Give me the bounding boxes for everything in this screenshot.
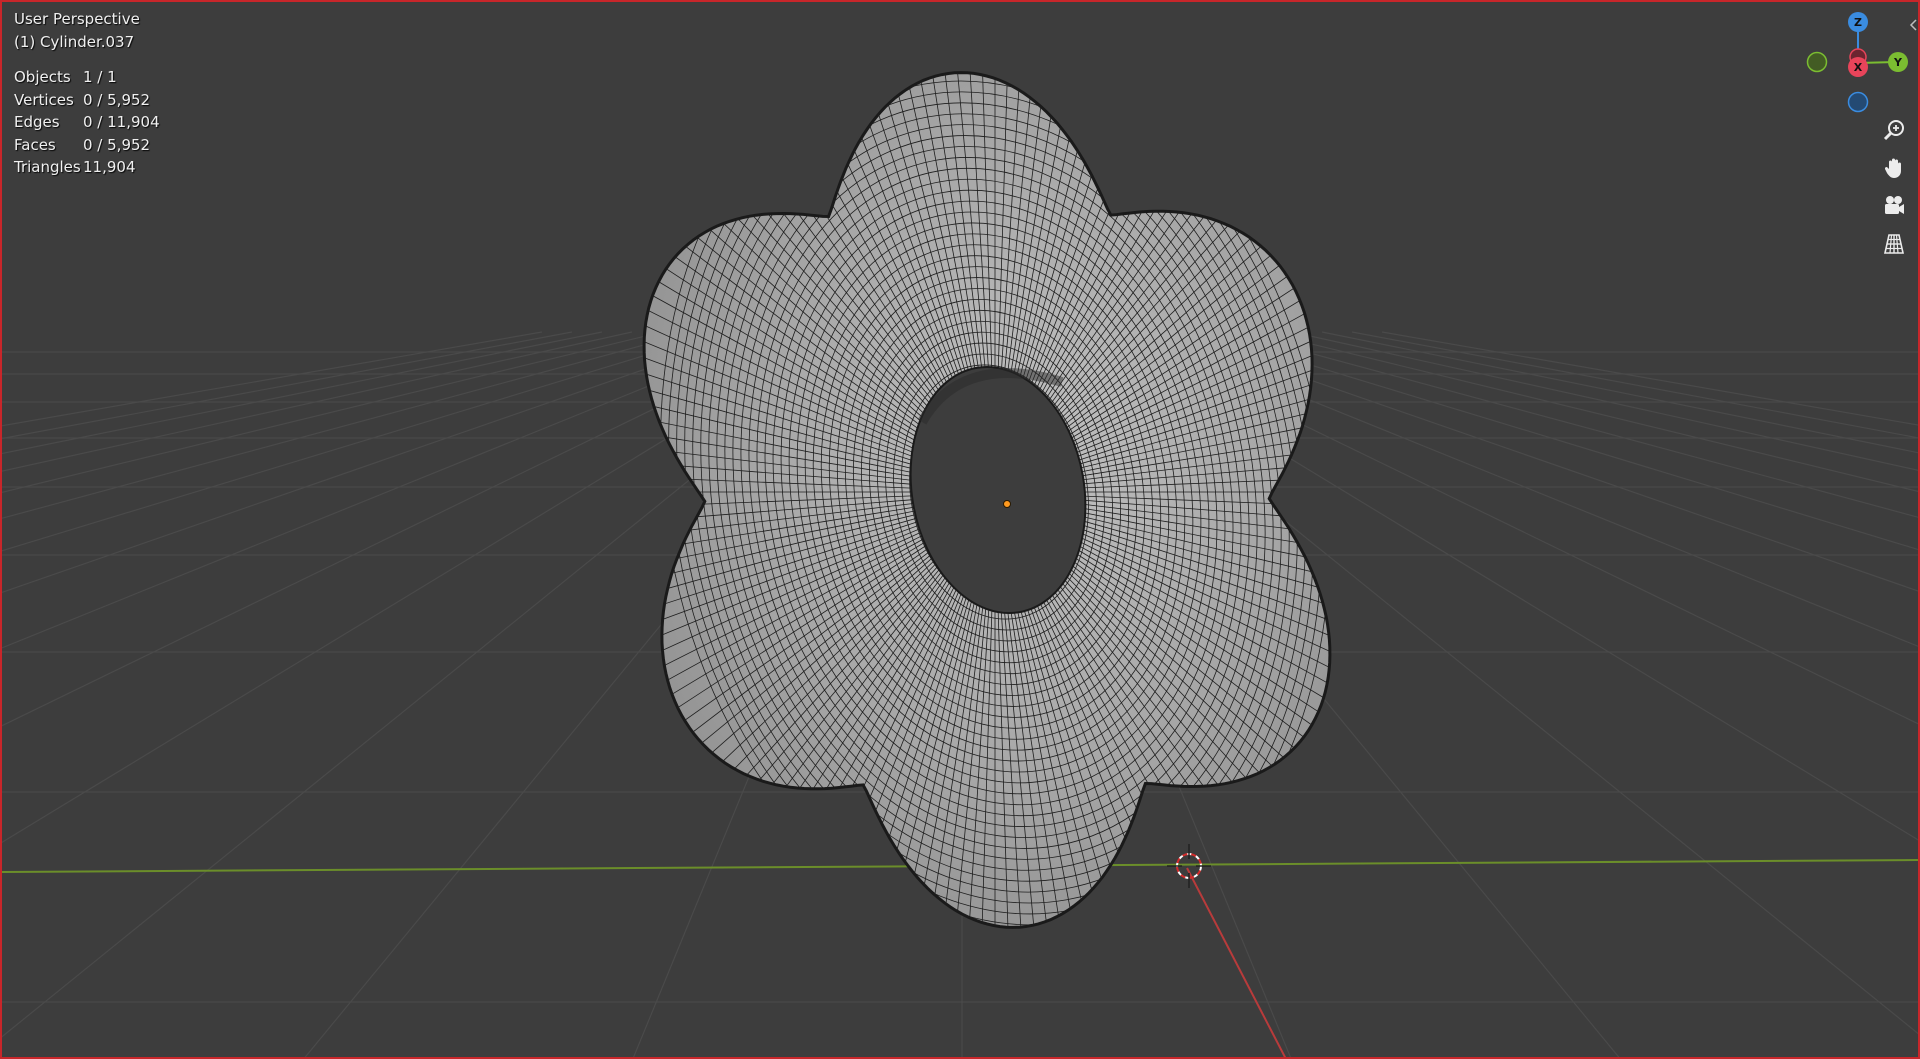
navigation-gizmo[interactable]: Z Y X: [1806, 12, 1909, 113]
stat-value: 1 / 1: [83, 68, 117, 86]
camera-icon: [1885, 196, 1904, 214]
object-origin-dot[interactable]: [1003, 500, 1011, 508]
gizmo-y-label: Y: [1893, 56, 1903, 69]
view-name: User Perspective: [14, 10, 140, 28]
ortho-toggle-button[interactable]: [1877, 227, 1911, 261]
stat-label: Edges: [14, 113, 60, 131]
camera-view-button[interactable]: [1877, 189, 1911, 223]
stat-value: 0 / 5,952: [83, 135, 151, 154]
pan-button[interactable]: [1877, 151, 1911, 185]
gizmo-x-label: X: [1854, 61, 1863, 74]
stat-label: Faces: [14, 135, 56, 154]
stat-label: Objects: [14, 68, 71, 86]
3d-viewport[interactable]: Z Y X User Perspective (1) Cylinder.037 …: [0, 0, 1920, 1059]
pan-hand-icon: [1884, 158, 1901, 178]
y-axis-line-near: [1186, 867, 1287, 1057]
stat-value: 0 / 5,952: [83, 90, 151, 109]
orthographic-grid-icon: [1884, 234, 1904, 254]
zoom-icon: [1883, 120, 1904, 141]
viewport-scene[interactable]: Z Y X: [2, 2, 1920, 1059]
gizmo-neg-y-icon[interactable]: [1806, 51, 1828, 73]
stat-label: Vertices: [14, 90, 74, 109]
gear-mesh[interactable]: [515, 2, 1475, 1052]
stat-value: 0 / 11,904: [83, 113, 160, 131]
stat-label: Triangles: [14, 158, 81, 176]
3d-cursor-icon[interactable]: [1167, 844, 1211, 888]
zoom-button[interactable]: [1877, 113, 1911, 147]
gizmo-neg-z-icon[interactable]: [1847, 91, 1869, 113]
gizmo-z-label: Z: [1854, 16, 1862, 29]
active-object-name: (1) Cylinder.037: [14, 33, 135, 51]
sidebar-toggle-icon[interactable]: [1909, 19, 1917, 31]
stat-value: 11,904: [83, 158, 136, 176]
